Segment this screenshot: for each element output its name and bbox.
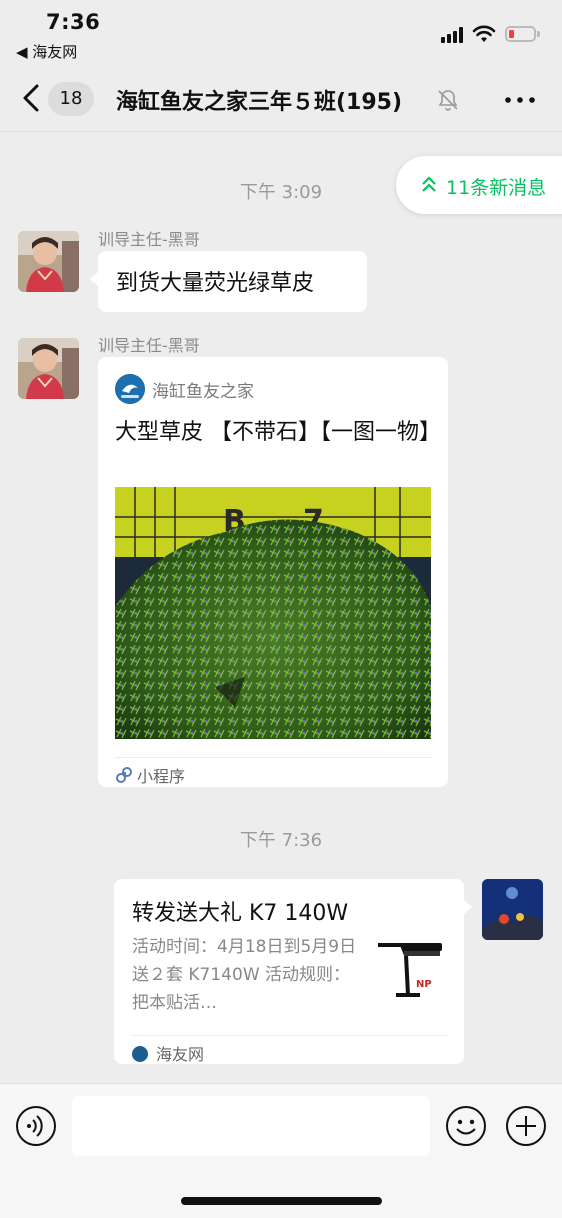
- plus-icon[interactable]: [505, 1105, 547, 1147]
- home-indicator[interactable]: [181, 1197, 382, 1205]
- mini-program-title: 大型草皮 【不带石】【一图一物】: [115, 420, 441, 445]
- sender-name: 训导主任-黑哥: [98, 230, 200, 249]
- link-card-footer: 海友网: [132, 1035, 448, 1064]
- chat-header: 18 海缸鱼友之家三年５班(195): [0, 64, 562, 132]
- link-card-description: 活动时间：4月18日到5月9日送２套 K7140W 活动规则：把本贴活…: [132, 937, 357, 1013]
- avatar[interactable]: [18, 231, 79, 292]
- coral-photo: B 7: [115, 487, 431, 739]
- back-chevron-icon[interactable]: [18, 82, 44, 114]
- cellular-signal-icon: [441, 27, 467, 43]
- message-input[interactable]: [72, 1096, 430, 1156]
- unread-count-badge[interactable]: 18: [48, 82, 94, 116]
- chat-title: 海缸鱼友之家三年５班(195): [116, 90, 403, 115]
- svg-text:NP: NP: [416, 979, 432, 990]
- message-bubble[interactable]: 到货大量荧光绿草皮: [90, 251, 367, 312]
- site-logo-icon: [132, 1046, 148, 1062]
- mini-program-label: 小程序: [137, 767, 186, 786]
- link-card[interactable]: 转发送大礼 K7 140W 活动时间：4月18日到5月9日送２套 K7140W …: [114, 879, 472, 1064]
- status-bar: 7:36 ◀ 海友网: [0, 0, 562, 64]
- emoji-icon[interactable]: [445, 1105, 487, 1147]
- timestamp: 下午 3:09: [239, 182, 323, 203]
- more-dots-icon[interactable]: [503, 88, 537, 112]
- mini-program-source: 海缸鱼友之家: [152, 382, 254, 402]
- timestamp: 下午 7:36: [239, 830, 323, 851]
- mini-program-logo: [115, 374, 145, 404]
- mini-program-card[interactable]: 海缸鱼友之家 大型草皮 【不带石】【一图一物】 B 7: [98, 357, 448, 787]
- link-card-title: 转发送大礼 K7 140W: [132, 901, 349, 926]
- link-card-thumbnail: NP: [372, 935, 448, 1011]
- voice-icon[interactable]: [15, 1105, 57, 1147]
- mini-program-footer: 小程序: [115, 757, 431, 786]
- my-avatar[interactable]: [482, 879, 543, 940]
- mini-program-icon: [116, 767, 132, 783]
- avatar[interactable]: [18, 338, 79, 399]
- status-time: 7:36: [46, 10, 101, 34]
- sender-name: 训导主任-黑哥: [98, 336, 200, 355]
- message-text: 到货大量荧光绿草皮: [116, 271, 315, 296]
- battery-icon: [505, 26, 540, 42]
- wifi-icon: [472, 25, 496, 42]
- link-card-source: 海友网: [156, 1045, 205, 1064]
- back-to-app-link[interactable]: ◀ 海友网: [16, 41, 77, 62]
- mute-bell-icon: [438, 90, 458, 111]
